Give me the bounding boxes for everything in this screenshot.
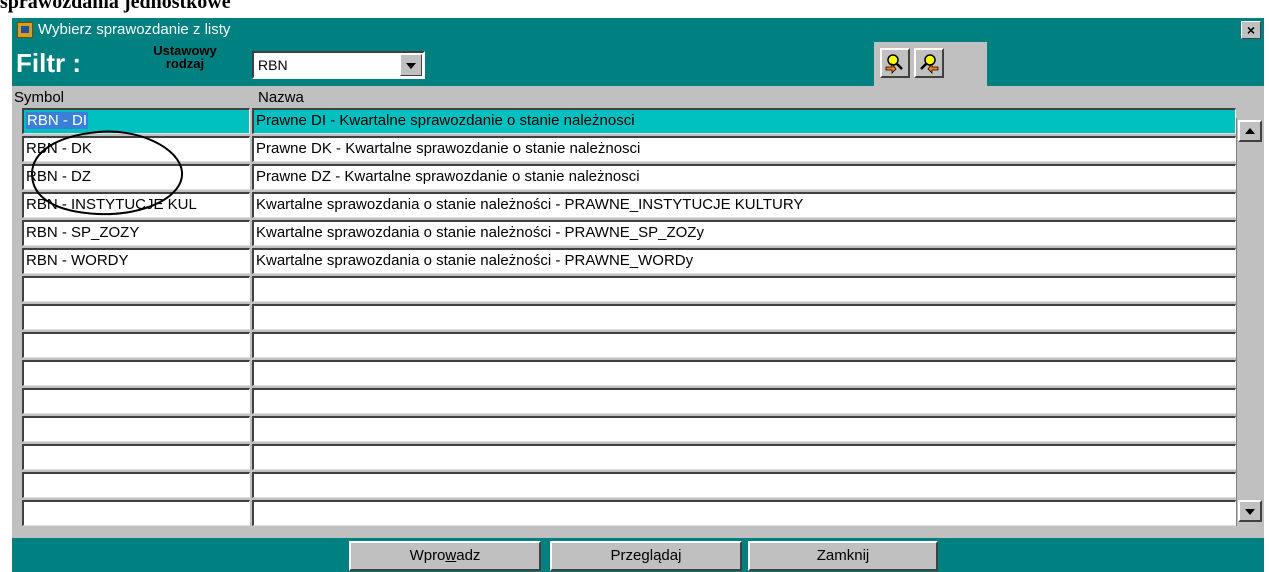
filter-type-label: Ustawowy rodzaj xyxy=(130,44,240,70)
close-button[interactable]: Zamknij xyxy=(748,541,938,571)
search-forward-icon xyxy=(885,54,903,74)
symbol-cell[interactable] xyxy=(22,360,250,386)
filter-type-label-line2: rodzaj xyxy=(165,56,205,71)
filter-type-select[interactable]: RBN xyxy=(252,51,425,79)
name-cell[interactable]: Kwartalne sprawozdania o stanie należnoś… xyxy=(252,192,1236,218)
symbol-cell[interactable]: RBN - INSTYTUCJE KUL xyxy=(22,192,250,218)
table-row[interactable]: RBN - WORDY Kwartalne sprawozdania o stan… xyxy=(12,248,1236,274)
table-row[interactable] xyxy=(12,332,1236,358)
table-row[interactable] xyxy=(12,500,1236,526)
table-row[interactable] xyxy=(12,444,1236,470)
filter-bar: Filtr : Ustawowy rodzaj RBN xyxy=(12,42,1264,86)
symbol-text: RBN - SP_ZOZY xyxy=(26,224,140,241)
symbol-text: RBN - WORDY xyxy=(26,252,129,269)
name-text: Kwartalne sprawozdania o stanie należnoś… xyxy=(256,224,704,241)
symbol-cell[interactable]: RBN - DI xyxy=(22,108,250,134)
symbol-cell[interactable] xyxy=(22,276,250,302)
table-row[interactable]: RBN - DZ Prawne DZ - Kwartalne sprawozdan… xyxy=(12,164,1236,190)
search-forward-button[interactable] xyxy=(880,48,910,78)
symbol-cell[interactable] xyxy=(22,500,250,526)
search-toolbox xyxy=(874,42,987,86)
name-cell[interactable] xyxy=(252,276,1236,302)
table-row[interactable]: RBN - DI Prawne DI - Kwartalne sprawozdan… xyxy=(12,108,1236,134)
filter-type-value: RBN xyxy=(258,57,288,73)
name-cell[interactable]: Prawne DK - Kwartalne sprawozdanie o sta… xyxy=(252,136,1236,162)
symbol-text: RBN - INSTYTUCJE KUL xyxy=(26,196,197,213)
symbol-text: RBN - DK xyxy=(26,140,92,157)
table-row[interactable]: RBN - DK Prawne DK - Kwartalne sprawozdan… xyxy=(12,136,1236,162)
filter-label: Filtr : xyxy=(16,48,81,78)
scroll-up-button[interactable] xyxy=(1238,120,1262,142)
symbol-cell[interactable]: RBN - WORDY xyxy=(22,248,250,274)
report-list: RBN - DI Prawne DI - Kwartalne sprawozdan… xyxy=(12,108,1236,533)
symbol-cell[interactable] xyxy=(22,332,250,358)
button-bar: Wprowadz Przeglądaj Zamknij xyxy=(12,538,1264,572)
table-row[interactable] xyxy=(12,276,1236,302)
name-text: Prawne DZ - Kwartalne sprawozdanie o sta… xyxy=(256,168,640,185)
name-cell[interactable]: Prawne DI - Kwartalne sprawozdanie o sta… xyxy=(252,108,1236,134)
table-row[interactable] xyxy=(12,304,1236,330)
name-cell[interactable]: Kwartalne sprawozdania o stanie należnoś… xyxy=(252,220,1236,246)
table-row[interactable] xyxy=(12,416,1236,442)
table-row[interactable]: RBN - SP_ZOZY Kwartalne sprawozdania o st… xyxy=(12,220,1236,246)
search-back-icon xyxy=(920,54,939,74)
column-header-name[interactable]: Nazwa xyxy=(258,89,304,106)
table-row[interactable] xyxy=(12,388,1236,414)
symbol-cell[interactable] xyxy=(22,444,250,470)
name-cell[interactable] xyxy=(252,416,1236,442)
close-window-button[interactable]: × xyxy=(1241,21,1261,39)
name-cell[interactable] xyxy=(252,472,1236,498)
document-heading: sprawozdania jednostkowe xyxy=(0,0,231,13)
name-text: Prawne DK - Kwartalne sprawozdanie o sta… xyxy=(256,140,641,157)
title-bar[interactable]: Wybierz sprawozdanie z listy × xyxy=(12,18,1264,42)
mnemonic-letter: w xyxy=(445,547,457,564)
dropdown-arrow-icon[interactable] xyxy=(400,54,422,76)
symbol-cell[interactable]: RBN - DK xyxy=(22,136,250,162)
name-cell[interactable] xyxy=(252,444,1236,470)
symbol-cell[interactable] xyxy=(22,388,250,414)
table-row[interactable] xyxy=(12,360,1236,386)
table-row[interactable] xyxy=(12,472,1236,498)
symbol-cell[interactable] xyxy=(22,472,250,498)
name-cell[interactable] xyxy=(252,500,1236,526)
report-picker-dialog: Wybierz sprawozdanie z listy × Filtr : U… xyxy=(12,18,1264,572)
name-cell[interactable] xyxy=(252,388,1236,414)
name-cell[interactable]: Prawne DZ - Kwartalne sprawozdanie o sta… xyxy=(252,164,1236,190)
column-headers: Symbol Nazwa xyxy=(12,86,1264,108)
symbol-text: RBN - DZ xyxy=(26,168,91,185)
column-header-symbol[interactable]: Symbol xyxy=(14,89,64,106)
name-text: Kwartalne sprawozdania o stanie należnoś… xyxy=(256,252,694,269)
name-text: Kwartalne sprawozdania o stanie należnoś… xyxy=(256,196,804,213)
table-row[interactable]: RBN - INSTYTUCJE KUL Kwartalne sprawozdan… xyxy=(12,192,1236,218)
symbol-cell[interactable]: RBN - SP_ZOZY xyxy=(22,220,250,246)
name-cell[interactable] xyxy=(252,360,1236,386)
name-text: Prawne DI - Kwartalne sprawozdanie o sta… xyxy=(256,112,635,129)
scroll-down-button[interactable] xyxy=(1238,500,1262,522)
vertical-scrollbar[interactable] xyxy=(1236,118,1264,526)
browse-button[interactable]: Przeglądaj xyxy=(550,541,742,571)
search-back-button[interactable] xyxy=(914,48,944,78)
symbol-cell[interactable] xyxy=(22,416,250,442)
name-cell[interactable]: Kwartalne sprawozdania o stanie należnoś… xyxy=(252,248,1236,274)
name-cell[interactable] xyxy=(252,332,1236,358)
app-icon xyxy=(17,22,33,38)
window-title: Wybierz sprawozdanie z listy xyxy=(38,21,231,38)
symbol-cell[interactable]: RBN - DZ xyxy=(22,164,250,190)
name-cell[interactable] xyxy=(252,304,1236,330)
enter-button[interactable]: Wprowadz xyxy=(349,541,541,571)
symbol-text: RBN - DI xyxy=(26,112,88,129)
symbol-cell[interactable] xyxy=(22,304,250,330)
